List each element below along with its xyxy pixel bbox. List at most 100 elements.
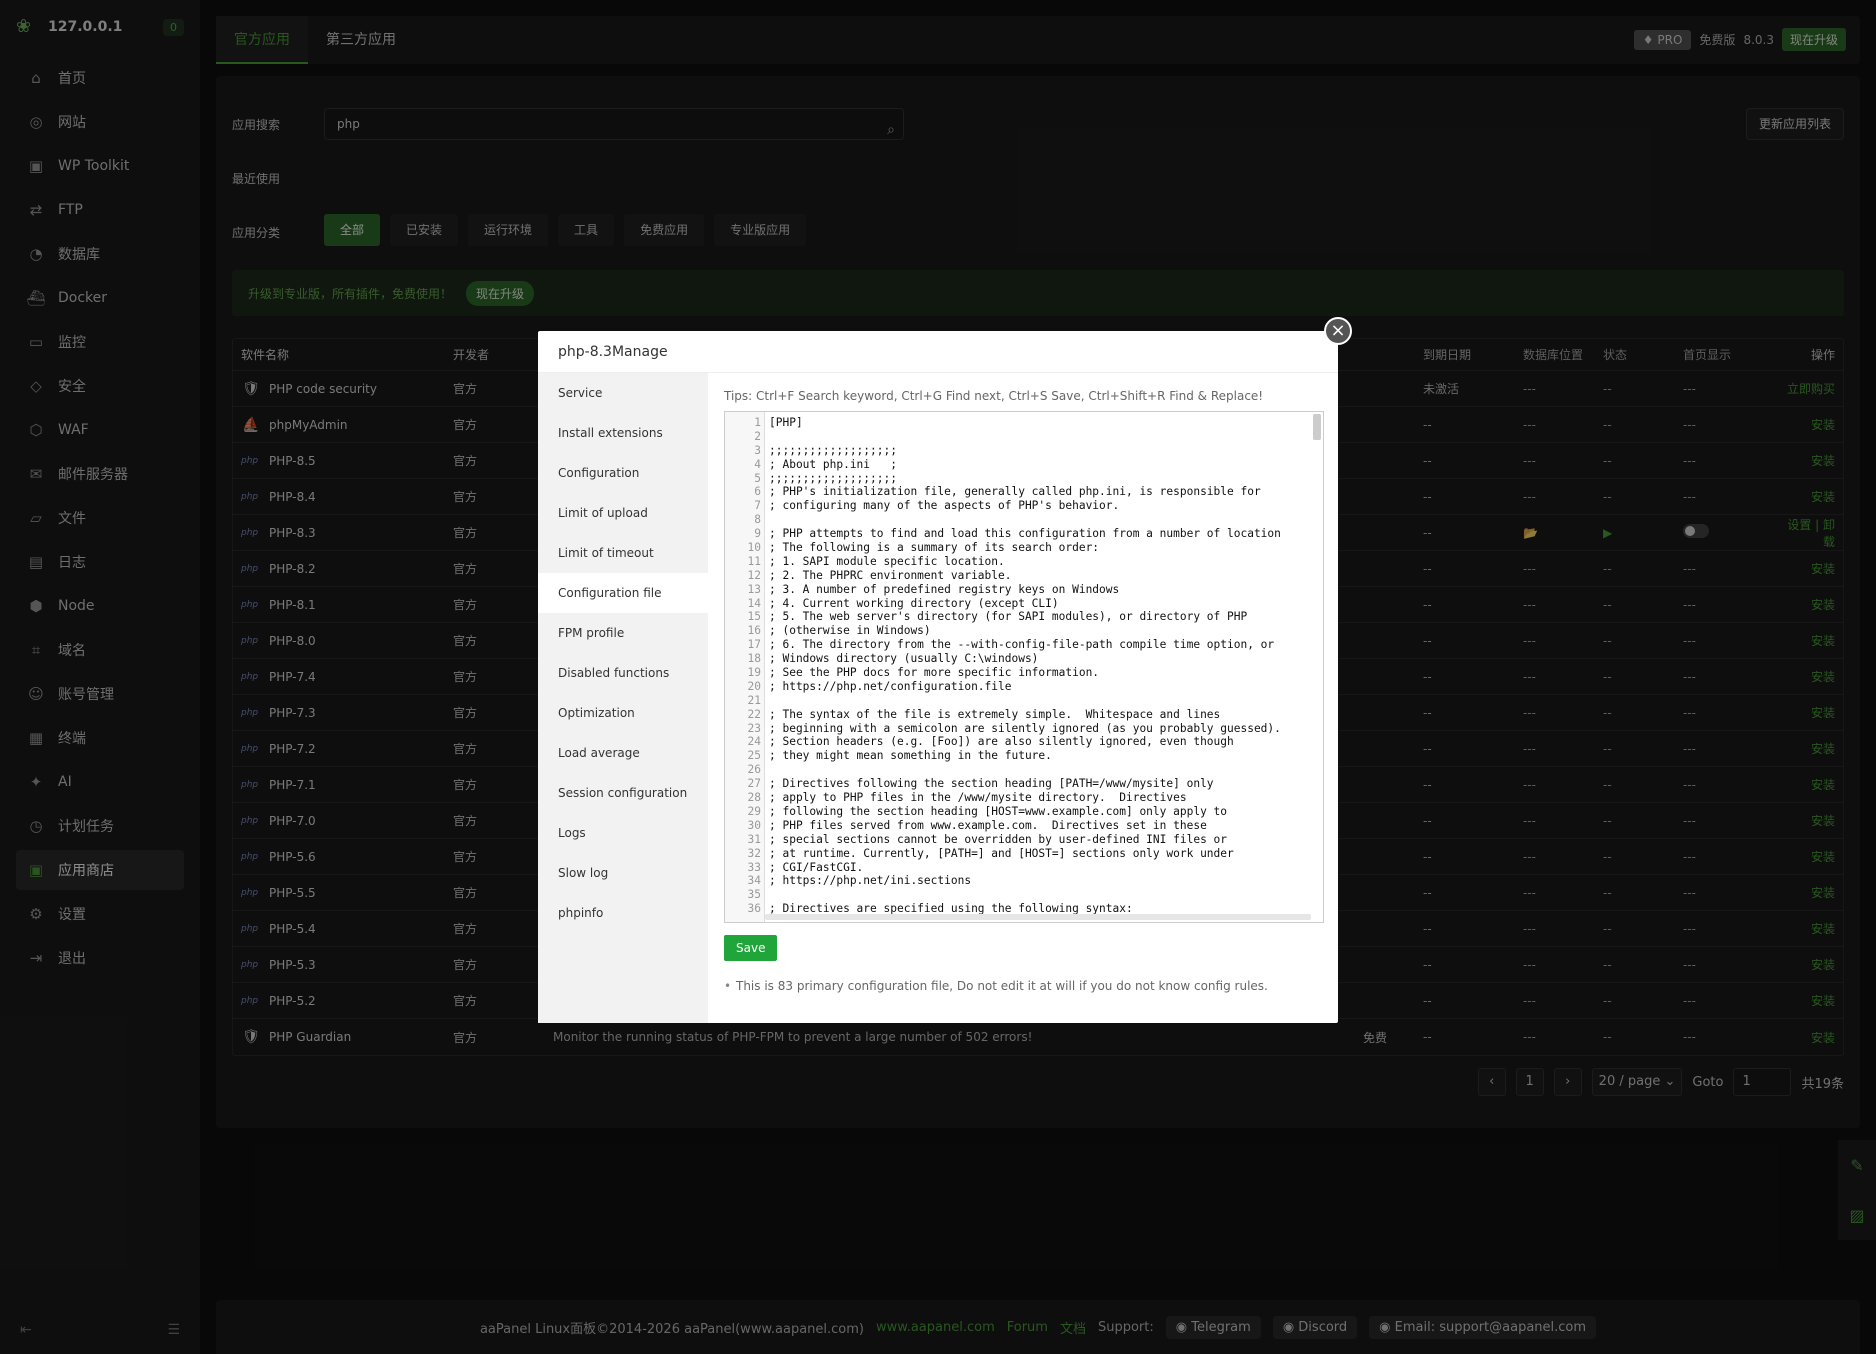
code-text: ; beginning with a semicolon are silentl…	[769, 721, 1281, 735]
code-line: 34 ; https://php.net/ini.sections	[725, 874, 1315, 888]
dialog-nav-item[interactable]: Session configuration	[538, 773, 708, 813]
code-text: ; Windows directory (usually C:\windows)	[769, 652, 1039, 666]
php-manage-dialog: php-8.3Manage × Service Install extension…	[538, 317, 1352, 1023]
code-text: ; https://php.net/configuration.file	[769, 679, 1012, 693]
line-number: 5	[754, 471, 761, 485]
code-text: [PHP]	[769, 416, 803, 429]
line-number: 21	[747, 693, 761, 707]
code-line: 25 ; they might mean something in the fut…	[725, 749, 1315, 763]
line-number: 6	[754, 485, 761, 499]
code-text: ;;;;;;;;;;;;;;;;;;;	[769, 443, 897, 457]
code-text: ; apply to PHP files in the /www/mysite …	[769, 791, 1187, 805]
line-number: 31	[747, 832, 761, 846]
line-number: 30	[747, 818, 761, 832]
code-text: ; Section headers (e.g. [Foo]) are also …	[769, 735, 1234, 749]
line-number: 20	[747, 679, 761, 693]
line-number: 16	[747, 624, 761, 638]
dialog-nav-item[interactable]: Service	[538, 373, 708, 413]
dialog-nav-item[interactable]: Install extensions	[538, 413, 708, 453]
code-text: ; See the PHP docs for more specific inf…	[769, 666, 1100, 680]
line-number: 34	[747, 874, 761, 888]
code-text: ; 3. A number of predefined registry key…	[769, 582, 1120, 596]
code-text: ; configuring many of the aspects of PHP…	[769, 499, 1120, 513]
dialog-nav-item[interactable]: Limit of upload	[538, 493, 708, 533]
line-number: 1	[754, 416, 761, 429]
dialog-nav-item[interactable]: phpinfo	[538, 893, 708, 933]
code-text: ; they might mean something in the futur…	[769, 749, 1052, 763]
line-number: 29	[747, 804, 761, 818]
code-line: 10 ; The following is a summary of its se…	[725, 541, 1315, 555]
dialog-nav: Service Install extensions Configuration Li…	[538, 373, 708, 1023]
code-text: ; CGI/FastCGI.	[769, 860, 864, 874]
line-number: 8	[754, 513, 761, 527]
dialog-nav-item[interactable]: Disabled functions	[538, 653, 708, 693]
line-number: 13	[747, 582, 761, 596]
line-number: 11	[747, 554, 761, 568]
line-number: 24	[747, 735, 761, 749]
line-number: 9	[754, 527, 761, 541]
dialog-nav-item[interactable]: Slow log	[538, 853, 708, 893]
line-number: 25	[747, 749, 761, 763]
code-line: 19 ; See the PHP docs for more specific i…	[725, 666, 1315, 680]
line-number: 14	[747, 596, 761, 610]
code-text: ; About php.ini ;	[769, 457, 897, 471]
dialog-nav-item[interactable]: Logs	[538, 813, 708, 853]
config-file-pane: Tips: Ctrl+F Search keyword, Ctrl+G Find…	[724, 389, 1324, 993]
save-button[interactable]: Save	[724, 935, 778, 961]
line-number: 35	[747, 888, 761, 902]
dialog-nav-item[interactable]: Configuration file	[538, 573, 708, 613]
code-text: ; 4. Current working directory (except C…	[769, 596, 1059, 610]
line-number: 4	[754, 457, 761, 471]
code-line: 1 [PHP]	[725, 416, 1315, 430]
code-line: 35	[725, 888, 1315, 902]
code-line: 9 ; PHP attempts to find and load this co…	[725, 527, 1315, 541]
code-text: ; 2. The PHPRC environment variable.	[769, 568, 1012, 582]
code-line: 30 ; PHP files served from www.example.co…	[725, 819, 1315, 833]
code-line: 11 ; 1. SAPI module specific location.	[725, 555, 1315, 569]
code-line: 14 ; 4. Current working directory (except…	[725, 597, 1315, 611]
code-line: 24 ; Section headers (e.g. [Foo]) are als…	[725, 735, 1315, 749]
code-line: 23 ; beginning with a semicolon are silen…	[725, 722, 1315, 736]
code-line: 26	[725, 763, 1315, 777]
code-text: ; 1. SAPI module specific location.	[769, 554, 1005, 568]
code-line: 4 ; About php.ini ;	[725, 458, 1315, 472]
code-line: 18 ; Windows directory (usually C:\window…	[725, 652, 1315, 666]
code-line: 28 ; apply to PHP files in the /www/mysit…	[725, 791, 1315, 805]
dialog-nav-item[interactable]: Limit of timeout	[538, 533, 708, 573]
line-number: 10	[747, 541, 761, 555]
code-text: ; (otherwise in Windows)	[769, 624, 931, 638]
code-text: ; at runtime. Currently, [PATH=] and [HO…	[769, 846, 1234, 860]
config-editor[interactable]: 1 [PHP] 2 3;;;;;;;;;;;;;;;;;;; 4; About php.…	[724, 411, 1324, 923]
line-number: 12	[747, 568, 761, 582]
dialog-nav-item[interactable]: Configuration	[538, 453, 708, 493]
code-text: ; PHP attempts to find and load this con…	[769, 527, 1281, 541]
code-line: 20 ; https://php.net/configuration.file	[725, 680, 1315, 694]
line-number: 32	[747, 846, 761, 860]
code-text: ; PHP files served from www.example.com.…	[769, 818, 1207, 832]
close-icon[interactable]: ×	[1324, 317, 1352, 345]
dialog-nav-item[interactable]: Optimization	[538, 693, 708, 733]
dialog-nav-item[interactable]: Load average	[538, 733, 708, 773]
code-line: 16 ; (otherwise in Windows)	[725, 624, 1315, 638]
code-text: ; special sections cannot be overridden …	[769, 832, 1228, 846]
code-line: 29 ; following the section heading [HOST=…	[725, 805, 1315, 819]
horizontal-scrollbar[interactable]	[765, 914, 1311, 920]
line-number: 33	[747, 860, 761, 874]
code-text: ; PHP's initialization file, generally c…	[769, 485, 1261, 499]
code-line: 8	[725, 513, 1315, 527]
editor-tips: Tips: Ctrl+F Search keyword, Ctrl+G Find…	[724, 389, 1264, 403]
dialog-nav-item[interactable]: FPM profile	[538, 613, 708, 653]
code-text: ; following the section heading [HOST=ww…	[769, 804, 1228, 818]
code-line: 12 ; 2. The PHPRC environment variable.	[725, 569, 1315, 583]
vertical-scrollbar[interactable]	[1313, 414, 1321, 440]
code-line: 6 ; PHP's initialization file, generally …	[725, 485, 1315, 499]
code-line: 13 ; 3. A number of predefined registry k…	[725, 583, 1315, 597]
code-line: 32 ; at runtime. Currently, [PATH=] and […	[725, 847, 1315, 861]
code-lines: 1 [PHP] 2 3;;;;;;;;;;;;;;;;;;; 4; About php.…	[725, 416, 1315, 916]
code-text: ;;;;;;;;;;;;;;;;;;;	[769, 471, 897, 485]
line-number: 26	[747, 763, 761, 777]
code-line: 33 ; CGI/FastCGI.	[725, 861, 1315, 875]
